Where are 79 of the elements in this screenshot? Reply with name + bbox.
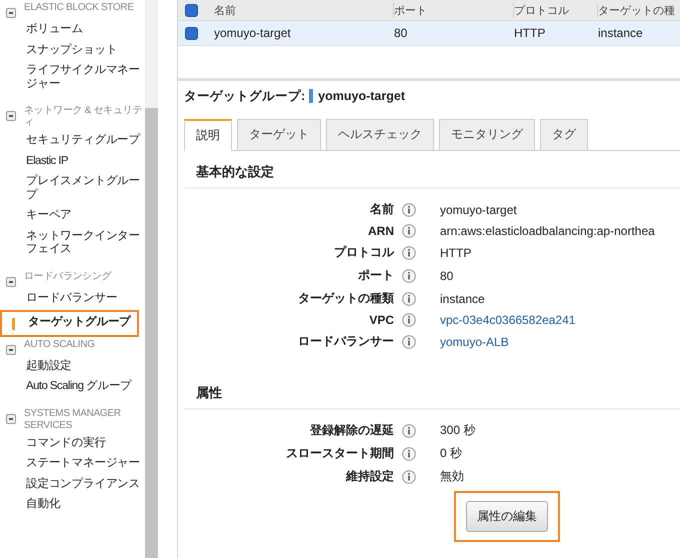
sidebar-item[interactable]: 自動化 [6, 495, 145, 516]
column-header[interactable]: プロトコル [514, 2, 598, 18]
sidebar-item[interactable]: スナップショット [6, 40, 145, 61]
info-icon[interactable] [402, 446, 416, 460]
sidebar-item[interactable]: コマンドの実行 [6, 434, 145, 454]
value-link[interactable]: vpc-03e4c0366582ea241 [440, 313, 680, 327]
sidebar-item[interactable]: 起動設定 [6, 356, 145, 377]
tab[interactable]: モニタリング [439, 119, 535, 150]
info-icon[interactable] [402, 470, 416, 484]
tab[interactable]: 説明 [184, 119, 232, 151]
checkbox[interactable] [185, 26, 198, 40]
collapse-icon[interactable] [6, 344, 16, 354]
sidebar-item[interactable]: ライフサイクルマネージャー [6, 61, 145, 95]
sidebar-item[interactable]: Auto Scaling グループ [6, 377, 145, 398]
table-cell-text: yomuyo-target [214, 26, 292, 40]
section-heading: ELASTIC BLOCK STORE [24, 2, 134, 14]
field-label: 維持設定 [344, 468, 395, 485]
edit-attributes-button[interactable]: 属性の編集 [466, 501, 548, 532]
field-label: プロトコル [333, 244, 396, 261]
info-icon[interactable] [402, 292, 416, 306]
table-cell-text: 80 [394, 26, 408, 40]
section-heading: SYSTEMS MANAGER SERVICES [24, 408, 122, 432]
field-label: スロースタート期間 [285, 445, 395, 462]
section-heading: AUTO SCALING [24, 338, 95, 350]
info-icon[interactable] [402, 268, 416, 282]
info-icon[interactable] [402, 246, 416, 260]
table-cell-text: HTTP [514, 26, 546, 40]
marker-icon [309, 89, 314, 103]
info-icon[interactable] [402, 313, 416, 327]
section-heading: 基本的な設定 [184, 151, 680, 189]
section-heading: 属性 [184, 372, 680, 410]
sidebar-item[interactable]: ボリューム [6, 20, 145, 40]
collapse-icon[interactable] [6, 111, 16, 121]
collapse-icon[interactable] [6, 414, 16, 424]
column-header[interactable]: ポート [394, 2, 514, 18]
field-label: ロードバランサー [297, 333, 395, 350]
sidebar-item[interactable]: ネットワークインターフェイス [6, 226, 145, 260]
field-label: 登録解除の遅延 [308, 422, 395, 439]
field-value: 80 [440, 268, 454, 282]
field-value: 無効 [440, 468, 465, 485]
sidebar-item[interactable]: ターゲットグループ [8, 313, 137, 334]
field-value: instance [440, 292, 486, 306]
tab[interactable]: ヘルスチェック [326, 119, 434, 150]
checkbox[interactable] [185, 4, 198, 16]
target-group-name: yomuyo-target [318, 89, 405, 103]
collapse-icon[interactable] [6, 276, 16, 286]
field-value: HTTP [440, 246, 472, 260]
sidebar-item[interactable]: セキュリティグループ [6, 131, 145, 152]
field-value: yomuyo-target [440, 202, 518, 216]
field-label: ターゲットの種類 [297, 290, 395, 307]
info-icon[interactable] [402, 334, 416, 348]
info-icon[interactable] [402, 424, 416, 438]
value-link[interactable]: yomuyo-ALB [440, 334, 680, 348]
field-label: 名前 [368, 201, 395, 218]
section-heading: ネットワーク & セキュリティ [24, 105, 144, 129]
sidebar-item[interactable]: ロードバランサー [6, 288, 145, 309]
info-icon[interactable] [402, 202, 416, 216]
collapse-icon[interactable] [6, 8, 16, 18]
field-value: 0 秒 [440, 445, 464, 462]
info-icon[interactable] [402, 224, 416, 238]
panel-title: ターゲットグループ: [184, 88, 306, 104]
sidebar-item[interactable]: Elastic IP [6, 152, 145, 172]
column-header[interactable]: 名前 [214, 2, 394, 18]
sidebar-item[interactable]: プレイスメントグループ [6, 172, 145, 206]
table-cell-text: instance [598, 26, 644, 40]
tab[interactable]: タグ [540, 119, 588, 150]
field-value: arn:aws:elasticloadbalancing:ap-northea [440, 224, 656, 238]
table-row[interactable]: yomuyo-target 80 HTTP instance [178, 21, 680, 46]
scrollbar[interactable] [145, 0, 158, 558]
field-value: 300 秒 [440, 422, 476, 439]
field-label: ARN [367, 224, 395, 238]
section-heading: ロードバランシング [24, 270, 112, 282]
sidebar-item[interactable]: キーペア [6, 206, 145, 226]
field-label: VPC [368, 313, 395, 327]
sidebar-item[interactable]: 設定コンプライアンス [6, 474, 145, 495]
field-label: ポート [357, 267, 395, 284]
column-header[interactable]: ターゲットの種 [598, 2, 678, 18]
sidebar-item[interactable]: ステートマネージャー [6, 454, 145, 474]
tab[interactable]: ターゲット [237, 119, 321, 150]
